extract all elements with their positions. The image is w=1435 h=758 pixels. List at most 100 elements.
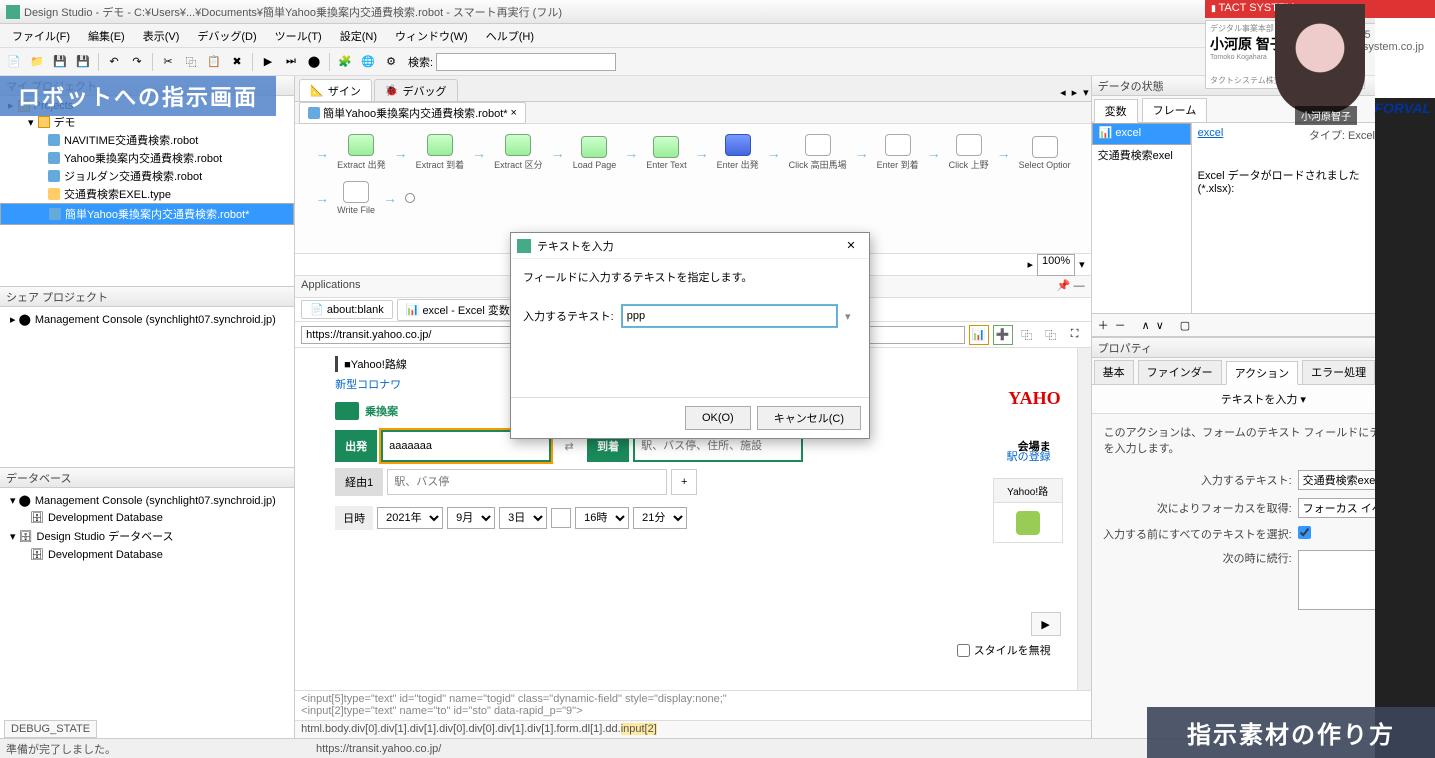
scrollbar[interactable] — [1077, 348, 1091, 690]
nav-right-icon[interactable]: ▸ — [1070, 84, 1080, 101]
copy-icon[interactable]: ⿻ — [1017, 325, 1037, 345]
chevron-down-icon[interactable]: ▾ — [1079, 258, 1085, 271]
mode-tabs: 📐 ザイン 🐞 デバッグ ◂ ▸ ▾ — [295, 76, 1091, 102]
menu-debug[interactable]: デバッグ(D) — [189, 26, 264, 46]
dialog-text-input[interactable] — [622, 305, 837, 327]
debug-state: DEBUG_STATE — [4, 720, 97, 738]
ptab-finder[interactable]: ファインダー — [1138, 360, 1222, 384]
add-icon[interactable]: ➕ — [993, 325, 1013, 345]
overlay-banner: ロボットへの指示画面 — [0, 76, 276, 116]
ptab-error[interactable]: エラー処理 — [1302, 360, 1375, 384]
tree-item-selected[interactable]: 簡単Yahoo乗換案内交通費検索.robot* — [0, 203, 294, 225]
delete-icon[interactable]: ✖ — [227, 52, 247, 72]
save-icon[interactable]: 💾 — [50, 52, 70, 72]
menu-tools[interactable]: ツール(T) — [267, 26, 330, 46]
redo-icon[interactable]: ↷ — [127, 52, 147, 72]
window-title: Design Studio - デモ - C:¥Users¥...¥Docume… — [24, 4, 562, 20]
dialog-field-label: 入力するテキスト: — [523, 308, 614, 324]
open-icon[interactable]: 📁 — [27, 52, 47, 72]
menu-file[interactable]: ファイル(F) — [4, 26, 78, 46]
gear-icon[interactable]: ⚙ — [381, 52, 401, 72]
add-icon[interactable]: ＋ — [1098, 317, 1109, 333]
up-icon[interactable]: ∧ — [1142, 319, 1150, 332]
copy-icon[interactable]: ⿻ — [181, 52, 201, 72]
menu-settings[interactable]: 設定(N) — [332, 26, 385, 46]
tab-variables[interactable]: 変数 — [1094, 99, 1138, 123]
db-ds[interactable]: ▾ 🗄 Design Studio データベース — [6, 526, 288, 546]
cut-icon[interactable]: ✂ — [158, 52, 178, 72]
chevron-down-icon[interactable]: ▾ — [845, 310, 857, 323]
ptab-basic[interactable]: 基本 — [1094, 360, 1134, 384]
tree-item[interactable]: ジョルダン交通費検索.robot — [0, 167, 294, 185]
zoom-select[interactable]: 100% — [1037, 254, 1075, 276]
tab-debug[interactable]: 🐞 デバッグ — [374, 79, 458, 101]
bp-icon[interactable]: ⬤ — [304, 52, 324, 72]
undo-icon[interactable]: ↶ — [104, 52, 124, 72]
down-icon[interactable]: ∨ — [1156, 319, 1164, 332]
menu-view[interactable]: 表示(V) — [135, 26, 188, 46]
train-icon — [335, 402, 359, 420]
app-icon[interactable]: 📊 — [969, 325, 989, 345]
var-item[interactable]: 交通費検索exel — [1092, 145, 1191, 165]
tab-design[interactable]: 📐 ザイン — [299, 79, 372, 101]
close-icon[interactable]: × — [511, 107, 517, 119]
prop-continue-label: 次の時に続行: — [1102, 550, 1292, 566]
style-ignore-checkbox[interactable] — [957, 644, 970, 657]
prop-selectall-label: 入力する前にすべてのテキストを選択: — [1102, 526, 1292, 542]
menu-help[interactable]: ヘルプ(H) — [478, 26, 542, 46]
db-dev[interactable]: 🗄 Development Database — [6, 509, 288, 526]
var-list: 📊 excel 交通費検索exel — [1092, 123, 1192, 313]
via-label: 経由1 — [335, 468, 383, 496]
ptab-action[interactable]: アクション — [1226, 361, 1298, 385]
current-step[interactable] — [725, 134, 751, 156]
browser-icon[interactable]: 🌐 — [358, 52, 378, 72]
paste-icon[interactable]: 📋 — [204, 52, 224, 72]
prop-selectall-checkbox[interactable] — [1298, 526, 1311, 539]
close-icon[interactable]: ✕ — [839, 236, 863, 256]
new-icon[interactable]: 📄 — [4, 52, 24, 72]
style-ignore-label: スタイルを無視 — [974, 642, 1051, 658]
run-icon[interactable]: ▶ — [258, 52, 278, 72]
pin-icon[interactable]: 📌 — — [1057, 279, 1085, 292]
box-icon[interactable]: ▢ — [1180, 319, 1190, 332]
nav-left-icon[interactable]: ◂ — [1058, 84, 1068, 101]
min-select[interactable]: 21分 — [633, 507, 687, 529]
train-app-icon[interactable] — [1016, 511, 1040, 535]
year-select[interactable]: 2021年 — [377, 507, 443, 529]
play-button[interactable]: ▶ — [1031, 612, 1061, 636]
end-step[interactable] — [405, 193, 415, 203]
day-select[interactable]: 3日 — [499, 507, 547, 529]
video-overlay: ▮ TACT SYSTEM デジタル事業本部 CMBグループ 小河原 智子 To… — [1205, 0, 1435, 140]
mc-item[interactable]: ▸ ⬤ Management Console (synchlight07.syn… — [6, 311, 288, 328]
chevron-right-icon[interactable]: ▸ — [1027, 258, 1033, 271]
menu-edit[interactable]: 編集(E) — [80, 26, 133, 46]
tree-item[interactable]: NAVITIME交通費検索.robot — [0, 131, 294, 149]
remove-icon[interactable]: － — [1115, 317, 1126, 333]
step-icon[interactable]: ⏭ — [281, 52, 301, 72]
hour-select[interactable]: 16時 — [575, 507, 629, 529]
search-input[interactable] — [436, 53, 616, 71]
file-tab[interactable]: 簡単Yahoo乗換案内交通費検索.robot* × — [299, 102, 526, 124]
app-tab-blank[interactable]: 📄 about:blank — [301, 300, 393, 319]
cancel-button[interactable]: キャンセル(C) — [757, 406, 861, 430]
das-icon[interactable]: 🧩 — [335, 52, 355, 72]
month-select[interactable]: 9月 — [447, 507, 495, 529]
db-mc[interactable]: ▾ ⬤ Management Console (synchlight07.syn… — [6, 492, 288, 509]
via-input[interactable] — [387, 469, 667, 495]
copy-icon[interactable]: ⿻ — [1041, 325, 1061, 345]
db-dev[interactable]: 🗄 Development Database — [6, 546, 288, 563]
save-all-icon[interactable]: 💾 — [73, 52, 93, 72]
app-tab-excel[interactable]: 📊 excel - Excel 変数 — [397, 299, 519, 321]
tree-item[interactable]: Yahoo乗換案内交通費検索.robot — [0, 149, 294, 167]
add-via-button[interactable]: + — [671, 469, 697, 495]
dropdown-icon[interactable]: ▾ — [1081, 84, 1091, 101]
menu-window[interactable]: ウィンドウ(W) — [387, 26, 476, 46]
calendar-icon[interactable] — [551, 508, 571, 528]
ok-button[interactable]: OK(O) — [685, 406, 751, 430]
station-reg-link[interactable]: 駅の登録 — [1007, 448, 1051, 464]
expand-icon[interactable]: ⛶ — [1065, 325, 1085, 345]
tab-frames[interactable]: フレーム — [1142, 98, 1208, 122]
var-item-selected[interactable]: 📊 excel — [1092, 123, 1191, 145]
dialog-title-text: テキストを入力 — [537, 238, 614, 254]
tree-item[interactable]: 交通費検索EXEL.type — [0, 185, 294, 203]
